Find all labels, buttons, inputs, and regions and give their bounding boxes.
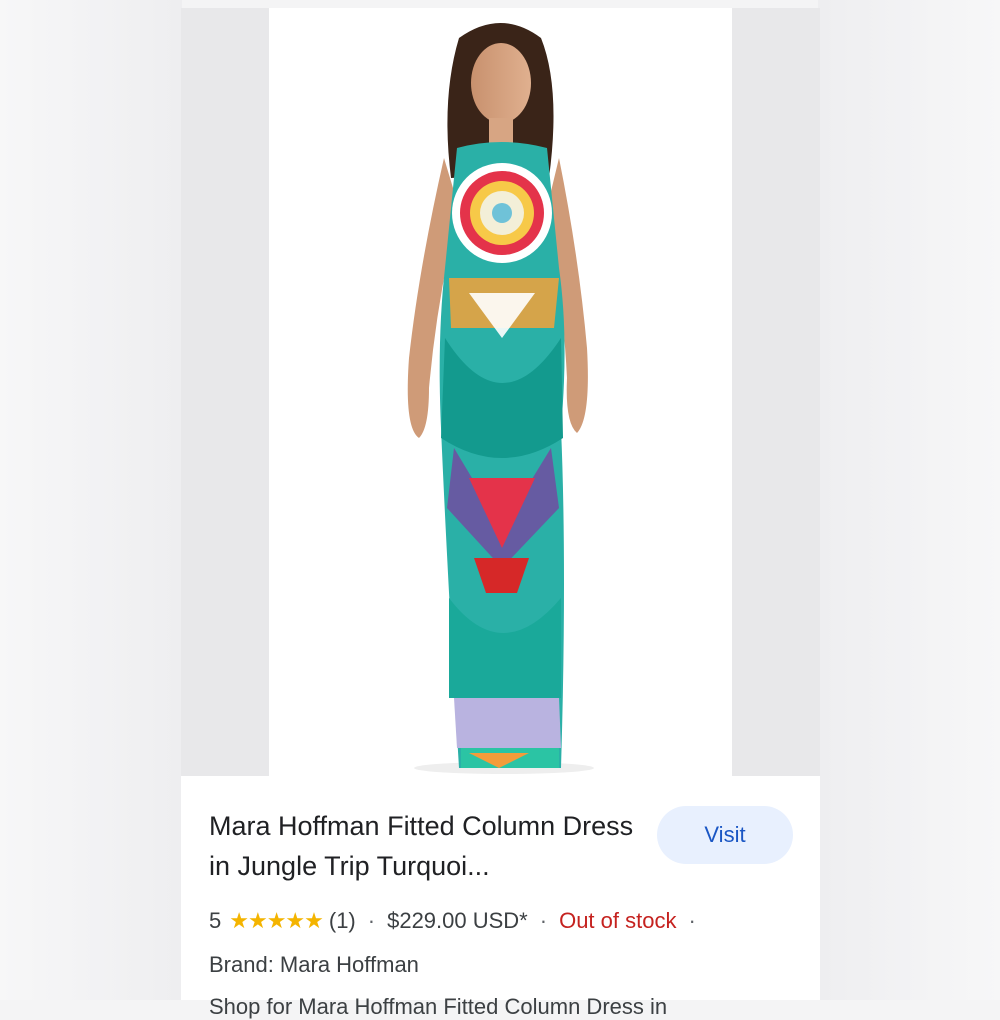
product-meta-row: 5 ★★★★★ (1) · $229.00 USD* · Out of stoc… (209, 906, 708, 936)
stock-status: Out of stock (559, 908, 677, 933)
product-image[interactable] (269, 8, 732, 776)
brand-label: Brand: Mara Hoffman (209, 952, 419, 977)
star-rating-icon: ★★★★★ (229, 908, 324, 933)
product-snippet: Shop for Mara Hoffman Fitted Column Dres… (209, 994, 668, 1019)
separator-dot: · (539, 908, 548, 933)
product-image-area[interactable] (181, 8, 820, 776)
product-info: Mara Hoffman Fitted Column Dress in Jung… (181, 776, 820, 1019)
image-padding-right (732, 8, 820, 776)
product-title[interactable]: Mara Hoffman Fitted Column Dress in Jung… (209, 806, 649, 886)
rating-value: 5 (209, 908, 222, 933)
price: $229.00 USD* (387, 908, 528, 933)
background-right (818, 0, 1000, 1000)
visit-button[interactable]: Visit (657, 806, 793, 864)
review-count[interactable]: (1) (329, 908, 356, 934)
background-left (0, 0, 182, 1000)
image-padding-left (181, 8, 269, 776)
separator-dot: · (688, 908, 696, 933)
separator-dot: · (367, 908, 376, 933)
product-card[interactable]: Mara Hoffman Fitted Column Dress in Jung… (181, 8, 820, 1019)
